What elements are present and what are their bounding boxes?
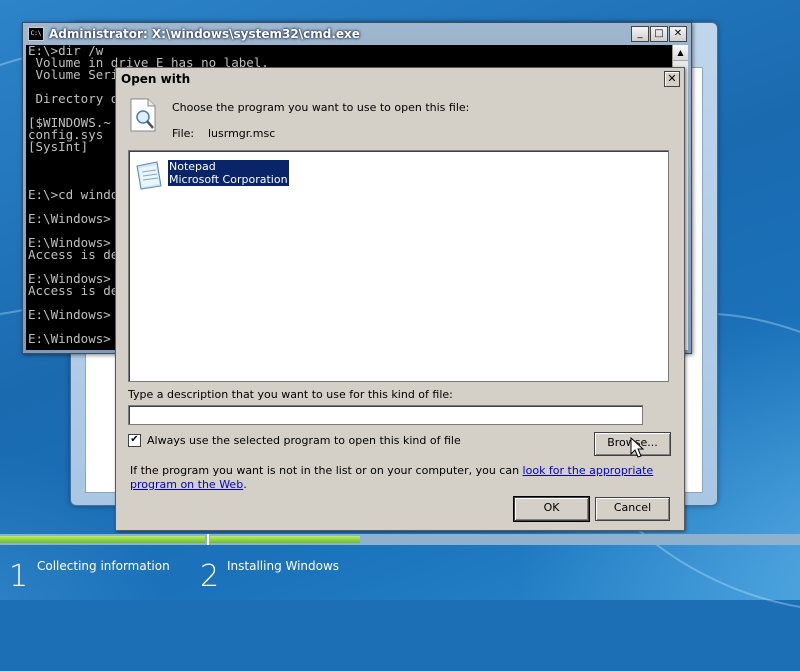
maximize-button[interactable]: □ [650, 26, 668, 42]
progress-installing [210, 536, 360, 543]
description-label: Type a description that you want to use … [128, 388, 453, 401]
dialog-title: Open with [121, 72, 191, 86]
program-list[interactable]: Notepad Microsoft Corporation [128, 150, 669, 382]
description-input[interactable] [128, 405, 643, 425]
step-2-number: 2 [200, 559, 220, 594]
open-with-dialog: Open with ✕ Choose the program you want … [115, 67, 685, 531]
program-publisher: Microsoft Corporation [169, 173, 288, 186]
cancel-button[interactable]: Cancel [595, 497, 670, 521]
ok-button[interactable]: OK [513, 496, 590, 522]
help-text: If the program you want is not in the li… [130, 464, 670, 492]
always-use-row[interactable]: ✔ Always use the selected program to ope… [128, 434, 461, 447]
unknown-file-icon [130, 98, 156, 132]
progress-divider [207, 534, 209, 545]
file-name: lusrmgr.msc [208, 127, 276, 140]
program-name: Notepad [169, 160, 216, 173]
cmd-window-title: Administrator: X:\windows\system32\cmd.e… [49, 27, 360, 41]
scroll-up-arrow-icon[interactable]: ▲ [673, 45, 688, 61]
program-item-text: Notepad Microsoft Corporation [168, 160, 289, 186]
cmd-titlebar[interactable]: C:\ Administrator: X:\windows\system32\c… [23, 23, 691, 45]
minimize-button[interactable]: _ [631, 26, 649, 42]
program-item-notepad[interactable]: Notepad Microsoft Corporation [133, 160, 289, 190]
always-use-checkbox[interactable]: ✔ [128, 434, 141, 447]
close-button[interactable]: ✕ [669, 26, 687, 42]
dialog-close-button[interactable]: ✕ [664, 71, 680, 87]
help-text-suffix: . [243, 478, 247, 491]
step-2-label: Installing Windows [227, 559, 340, 573]
mouse-cursor-icon [630, 437, 645, 458]
cmd-app-icon[interactable]: C:\ [28, 27, 44, 41]
file-label: File: [172, 127, 195, 140]
help-text-prefix: If the program you want is not in the li… [130, 464, 523, 477]
dialog-prompt: Choose the program you want to use to op… [172, 101, 470, 114]
always-use-label[interactable]: Always use the selected program to open … [147, 434, 461, 447]
notepad-icon [136, 161, 162, 190]
dialog-titlebar[interactable]: Open with ✕ [116, 68, 684, 90]
progress-collecting-info [0, 536, 205, 543]
step-1-number: 1 [9, 559, 29, 594]
cmd-caption-buttons: _ □ ✕ [631, 26, 687, 42]
step-1-label: Collecting information [37, 559, 170, 573]
